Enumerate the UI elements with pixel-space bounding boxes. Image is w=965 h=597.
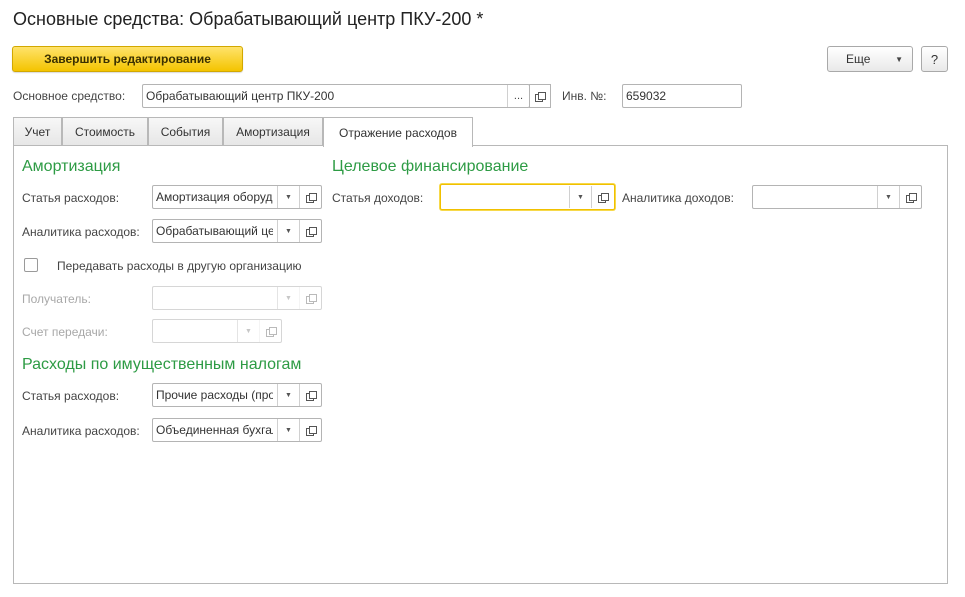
open-icon: [305, 192, 317, 203]
tab-expense-reflection[interactable]: Отражение расходов: [323, 117, 473, 147]
dropdown-arrow-icon[interactable]: ▼: [277, 287, 299, 309]
tax-analytics-label: Аналитика расходов:: [22, 424, 140, 438]
recipient-field[interactable]: ▼: [152, 286, 322, 310]
dropdown-arrow-icon[interactable]: ▼: [277, 384, 299, 406]
recipient-open-button[interactable]: [299, 287, 321, 309]
income-analytics-label: Аналитика доходов:: [622, 191, 734, 205]
dropdown-arrow-icon[interactable]: ▼: [877, 186, 899, 208]
depr-expense-item-open-button[interactable]: [299, 186, 321, 208]
transfer-account-label: Счет передачи:: [22, 325, 108, 339]
asset-select-button[interactable]: ...: [507, 85, 529, 107]
open-icon: [305, 226, 317, 237]
chevron-down-icon: ▼: [895, 55, 903, 64]
depr-expense-item-field[interactable]: Амортизация оборудования ▼: [152, 185, 322, 209]
depreciation-section-title: Амортизация: [22, 158, 121, 175]
open-icon: [305, 390, 317, 401]
target-financing-section-title: Целевое финансирование: [332, 158, 529, 175]
transfer-account-open-button[interactable]: [259, 320, 281, 342]
inv-number-field[interactable]: 659032: [622, 84, 742, 108]
tab-cost[interactable]: Стоимость: [62, 117, 148, 146]
open-icon: [597, 192, 609, 203]
tax-analytics-open-button[interactable]: [299, 419, 321, 441]
tax-expense-item-field[interactable]: Прочие расходы (прочие) ▼: [152, 383, 322, 407]
depr-expense-item-value: Амортизация оборудования: [156, 190, 273, 204]
income-item-open-button[interactable]: [591, 186, 613, 208]
more-button-label: Еще: [846, 52, 871, 66]
transfer-expenses-label: Передавать расходы в другую организацию: [57, 259, 302, 273]
property-tax-section-title: Расходы по имущественным налогам: [22, 356, 302, 373]
inv-label: Инв. №:: [562, 89, 607, 103]
transfer-expenses-checkbox[interactable]: [24, 258, 38, 272]
help-button[interactable]: ?: [921, 46, 948, 72]
tax-expense-item-label: Статья расходов:: [22, 389, 120, 403]
dropdown-arrow-icon[interactable]: ▼: [277, 419, 299, 441]
income-item-field[interactable]: ▼: [440, 184, 615, 210]
depr-analytics-label: Аналитика расходов:: [22, 225, 140, 239]
open-icon: [905, 192, 917, 203]
income-item-label: Статья доходов:: [332, 191, 424, 205]
dropdown-arrow-icon[interactable]: ▼: [277, 186, 299, 208]
asset-value: Обрабатывающий центр ПКУ-200: [146, 89, 335, 103]
income-analytics-open-button[interactable]: [899, 186, 921, 208]
dropdown-arrow-icon[interactable]: ▼: [237, 320, 259, 342]
open-icon: [265, 326, 277, 337]
inv-number-value: 659032: [626, 89, 667, 103]
asset-field[interactable]: Обрабатывающий центр ПКУ-200 ...: [142, 84, 530, 108]
window-title: Основные средства: Обрабатывающий центр …: [13, 9, 484, 29]
income-analytics-field[interactable]: ▼: [752, 185, 922, 209]
tab-accounting[interactable]: Учет: [13, 117, 62, 146]
asset-open-button[interactable]: [529, 84, 551, 108]
open-icon: [305, 293, 317, 304]
dropdown-arrow-icon[interactable]: ▼: [277, 220, 299, 242]
transfer-account-field[interactable]: ▼: [152, 319, 282, 343]
more-button[interactable]: Еще ▼: [827, 46, 913, 72]
dropdown-arrow-icon[interactable]: ▼: [569, 186, 591, 208]
tax-analytics-value: Объединенная бухгалтерия: [156, 423, 273, 437]
depr-analytics-open-button[interactable]: [299, 220, 321, 242]
asset-label: Основное средство:: [13, 89, 126, 103]
tab-events[interactable]: События: [148, 117, 223, 146]
depr-analytics-value: Обрабатывающий центр ПКУ-200: [156, 224, 273, 238]
tax-analytics-field[interactable]: Объединенная бухгалтерия ▼: [152, 418, 322, 442]
open-icon: [305, 425, 317, 436]
recipient-label: Получатель:: [22, 292, 91, 306]
open-icon: [535, 91, 546, 102]
finish-editing-button[interactable]: Завершить редактирование: [12, 46, 243, 72]
tab-depreciation[interactable]: Амортизация: [223, 117, 323, 146]
tax-expense-item-open-button[interactable]: [299, 384, 321, 406]
depr-analytics-field[interactable]: Обрабатывающий центр ПКУ-200 ▼: [152, 219, 322, 243]
depr-expense-item-label: Статья расходов:: [22, 191, 120, 205]
tax-expense-item-value: Прочие расходы (прочие): [156, 388, 273, 402]
